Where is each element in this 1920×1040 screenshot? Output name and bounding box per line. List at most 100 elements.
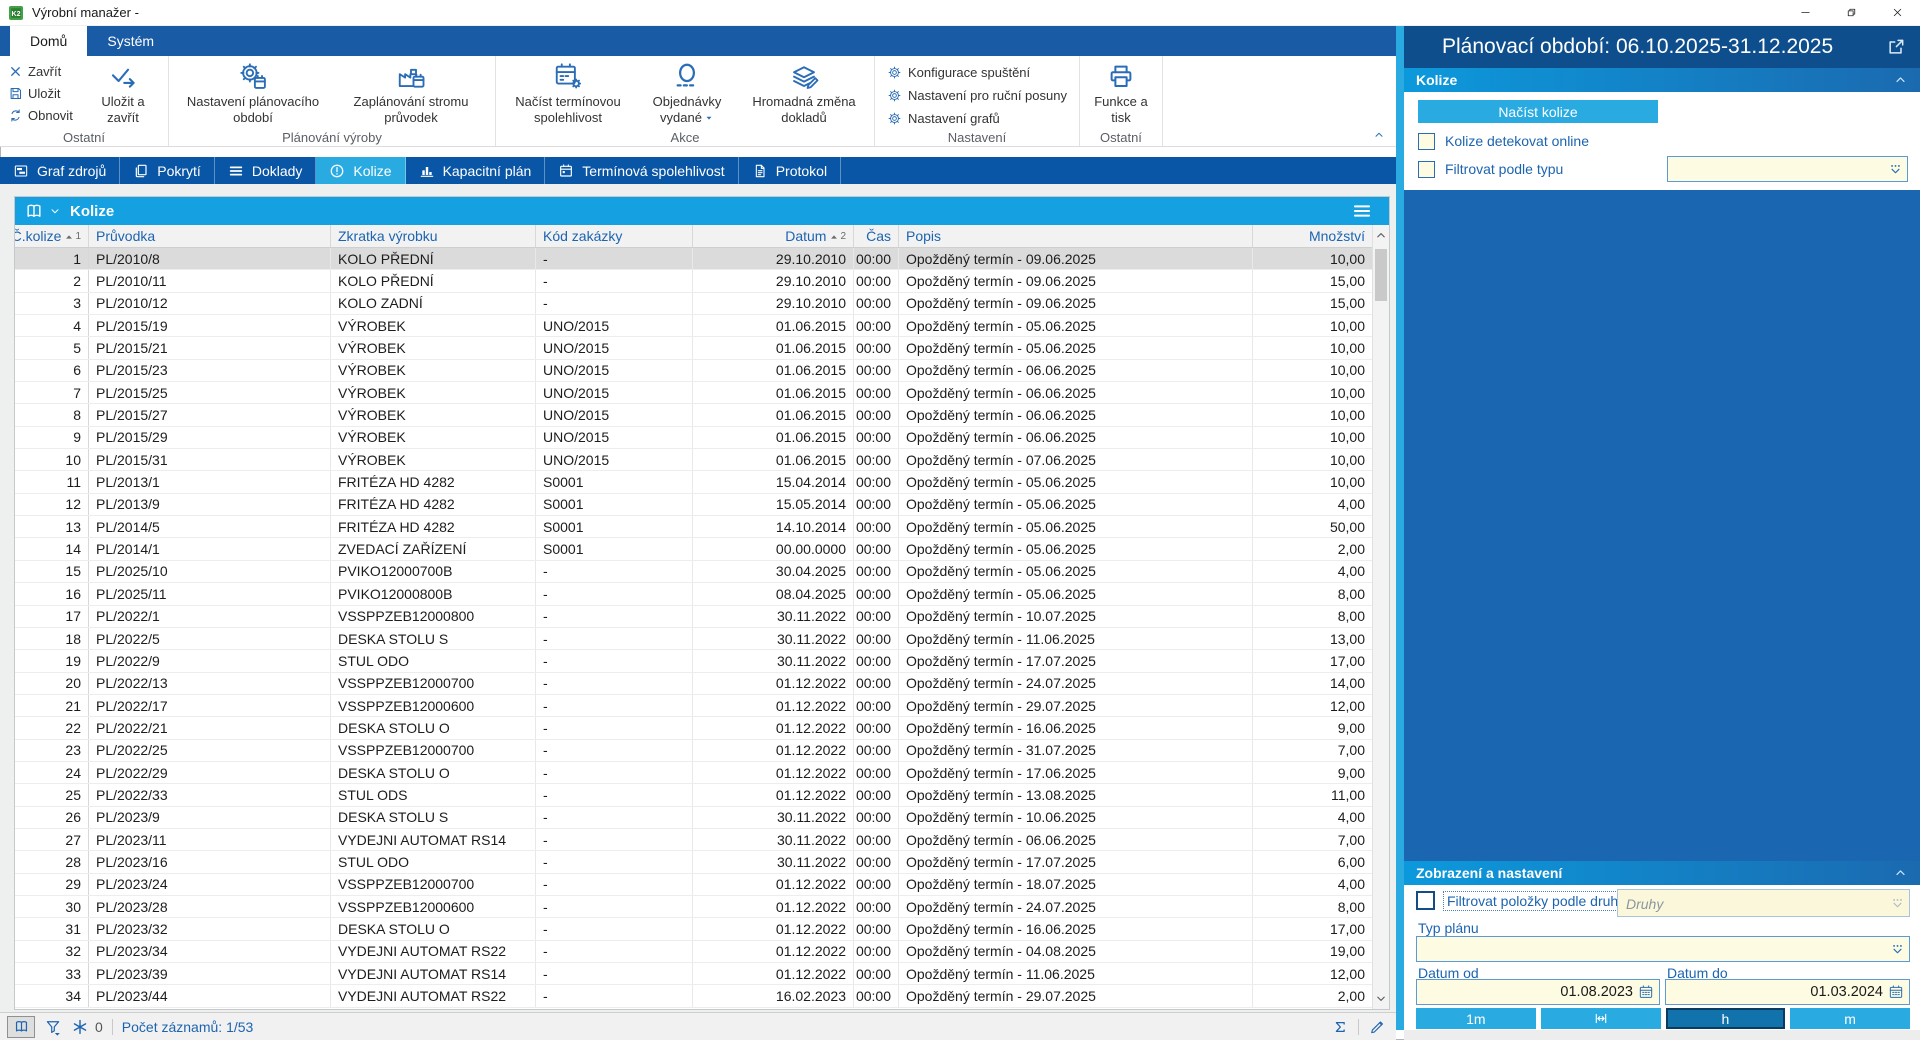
table-row[interactable]: 27 PL/2023/11 VYDEJNI AUTOMAT RS14-30.11.2… bbox=[15, 828, 1372, 852]
calendar-picker-icon[interactable] bbox=[1888, 984, 1904, 1000]
scrollbar-thumb[interactable] bbox=[1375, 249, 1387, 301]
asterisk-icon[interactable] bbox=[71, 1018, 89, 1036]
ribbon-button-ulozit-a-zavrit[interactable]: Uložit a zavřít bbox=[86, 58, 160, 127]
table-row[interactable]: 11 PL/2013/1 FRITÉZA HD 4282 S0001 15.04.201… bbox=[15, 471, 1372, 494]
table-row[interactable]: 12 PL/2013/9 FRITÉZA HD 4282 S0001 15.05.201… bbox=[15, 493, 1372, 517]
table-row[interactable]: 29 PL/2023/24 VSSPPZEB12000700-01.12.2022 0… bbox=[15, 873, 1372, 896]
ribbon-button-nastaveni-planovaciho-obdobi[interactable]: Nastavení plánovacího období bbox=[177, 58, 329, 127]
table-row[interactable]: 20 PL/2022/13 VSSPPZEB12000700-01.12.2022 0… bbox=[15, 672, 1372, 695]
sum-icon[interactable] bbox=[1331, 1018, 1349, 1036]
zoom-button-h[interactable]: h bbox=[1665, 1008, 1786, 1029]
ribbon-button-nacist-terminovou-spolehlivost[interactable]: Načíst termínovou spolehlivost bbox=[504, 58, 632, 127]
table-row[interactable]: 9 PL/2015/29 VÝROBEK UNO/2015 01.06.2015 00:0… bbox=[15, 426, 1372, 450]
table-row[interactable]: 33 PL/2023/39 VYDEJNI AUTOMAT RS14-01.12.2… bbox=[15, 963, 1372, 986]
filter-by-type-checkbox[interactable] bbox=[1418, 160, 1435, 178]
table-row[interactable]: 16 PL/2025/11 PVIKO12000800B -08.04.2025 00:… bbox=[15, 583, 1372, 606]
table-row[interactable]: 19 PL/2022/9 STUL ODO -30.11.2022 00:00 Opožd… bbox=[15, 650, 1372, 673]
panel-divider[interactable] bbox=[1396, 26, 1404, 1030]
filter-by-kind-checkbox[interactable] bbox=[1416, 891, 1435, 910]
zoom-button-m[interactable]: m bbox=[1790, 1008, 1910, 1029]
view-tab-protokol[interactable]: Protokol bbox=[739, 157, 842, 184]
table-row[interactable]: 28 PL/2023/16 STUL ODO -30.11.2022 00:00 Opož… bbox=[15, 851, 1372, 874]
column-header-mnozstvi[interactable]: Množství bbox=[1253, 225, 1372, 247]
table-row[interactable]: 1 PL/2010/8 KOLO PŘEDNÍ -29.10.2010 00:00 Opo… bbox=[15, 248, 1372, 271]
zoom-button-range[interactable] bbox=[1540, 1008, 1661, 1029]
ribbon-button-obnovit[interactable]: Obnovit bbox=[8, 107, 80, 124]
column-header-popis[interactable]: Popis bbox=[899, 225, 1253, 247]
ribbon-button-ulozit[interactable]: Uložit bbox=[8, 85, 80, 102]
typ-planu-combo[interactable] bbox=[1416, 936, 1910, 962]
collision-type-combo[interactable] bbox=[1667, 156, 1908, 182]
table-row[interactable]: 21 PL/2022/17 VSSPPZEB12000600-01.12.2022 0… bbox=[15, 694, 1372, 718]
table-row[interactable]: 4 PL/2015/19 VÝROBEK UNO/2015 01.06.2015 00:0… bbox=[15, 315, 1372, 338]
load-collisions-button[interactable]: Načíst kolize bbox=[1418, 100, 1658, 123]
ribbon-button-objednavky-vydane[interactable]: Objednávky vydané bbox=[638, 58, 736, 127]
column-header-c-kolize[interactable]: Č.kolize 1 bbox=[15, 225, 89, 247]
chevron-down-icon[interactable] bbox=[49, 205, 61, 217]
view-tab-terminova-spolehlivost[interactable]: Termínová spolehlivost bbox=[545, 157, 739, 184]
table-row[interactable]: 13 PL/2014/5 FRITÉZA HD 4282 S0001 14.10.201… bbox=[15, 516, 1372, 539]
column-header-datum[interactable]: Datum 2 bbox=[693, 225, 854, 247]
book-icon[interactable] bbox=[24, 201, 44, 221]
table-row[interactable]: 25 PL/2022/33 STUL ODS -01.12.2022 00:00 Opož… bbox=[15, 784, 1372, 807]
column-header-zkratka-vyrobku[interactable]: Zkratka výrobku bbox=[331, 225, 536, 247]
grid-menu-icon[interactable] bbox=[1351, 201, 1373, 221]
table-row[interactable]: 8 PL/2015/27 VÝROBEK UNO/2015 01.06.2015 00:0… bbox=[15, 404, 1372, 427]
druhy-combo[interactable]: Druhy bbox=[1617, 889, 1910, 917]
ribbon-button-zavrit[interactable]: Zavřít bbox=[8, 63, 80, 80]
table-row[interactable]: 23 PL/2022/25 VSSPPZEB12000700-01.12.2022 0… bbox=[15, 739, 1372, 762]
edit-pencil-icon[interactable] bbox=[1368, 1018, 1386, 1036]
table-row[interactable]: 14 PL/2014/1 ZVEDACÍ ZAŘÍZENÍ S0001 00.00.00… bbox=[15, 538, 1372, 561]
table-row[interactable]: 3 PL/2010/12 KOLO ZADNÍ -29.10.2010 00:00 Opo… bbox=[15, 292, 1372, 316]
view-tab-kolize[interactable]: Kolize bbox=[316, 157, 406, 184]
ribbon-tab-domu[interactable]: Domů bbox=[10, 26, 88, 56]
table-row[interactable]: 10 PL/2015/31 VÝROBEK UNO/2015 01.06.2015 00:… bbox=[15, 449, 1372, 472]
ribbon-collapse-icon[interactable] bbox=[1372, 129, 1386, 141]
table-row[interactable]: 34 PL/2023/44 VYDEJNI AUTOMAT RS22-16.02.2… bbox=[15, 985, 1372, 1008]
table-row[interactable]: 31 PL/2023/32 DESKA STOLU O -01.12.2022 00:0… bbox=[15, 918, 1372, 941]
scroll-up-icon[interactable] bbox=[1374, 229, 1388, 242]
grid-scrollbar[interactable] bbox=[1372, 225, 1389, 1009]
ribbon-button-konfigurace-spusteni[interactable]: Konfigurace spuštění bbox=[887, 65, 1067, 80]
online-detect-checkbox[interactable] bbox=[1418, 132, 1435, 150]
table-row[interactable]: 32 PL/2023/34 VYDEJNI AUTOMAT RS22-01.12.2… bbox=[15, 940, 1372, 963]
table-row[interactable]: 24 PL/2022/29 DESKA STOLU O -01.12.2022 00:0… bbox=[15, 761, 1372, 785]
zoom-button-1m[interactable]: 1m bbox=[1416, 1008, 1536, 1029]
ribbon-button-hromadna-zmena-dokladu[interactable]: Hromadná změna dokladů bbox=[742, 58, 866, 127]
close-button[interactable] bbox=[1874, 0, 1920, 25]
datum-od-input[interactable]: 01.08.2023 bbox=[1416, 979, 1660, 1005]
scroll-down-icon[interactable] bbox=[1374, 992, 1388, 1005]
view-tab-graf-zdroju[interactable]: Graf zdrojů bbox=[0, 157, 121, 184]
table-row[interactable]: 18 PL/2022/5 DESKA STOLU S -30.11.2022 00:00… bbox=[15, 627, 1372, 651]
zobrazeni-section-header[interactable]: Zobrazení a nastavení bbox=[1404, 861, 1920, 885]
view-mode-button[interactable] bbox=[7, 1015, 35, 1038]
calendar-picker-icon[interactable] bbox=[1638, 984, 1654, 1000]
column-header-pruvodka[interactable]: Průvodka bbox=[89, 225, 331, 247]
table-row[interactable]: 17 PL/2022/1 VSSPPZEB12000800-30.11.2022 00… bbox=[15, 605, 1372, 628]
table-row[interactable]: 30 PL/2023/28 VSSPPZEB12000600-01.12.2022 0… bbox=[15, 895, 1372, 919]
filter-icon[interactable] bbox=[44, 1018, 62, 1036]
external-link-icon[interactable] bbox=[1886, 37, 1906, 57]
column-header-kod-zakazky[interactable]: Kód zakázky bbox=[536, 225, 693, 247]
table-row[interactable]: 22 PL/2022/21 DESKA STOLU O -01.12.2022 00:0… bbox=[15, 717, 1372, 740]
kolize-section-header[interactable]: Kolize bbox=[1404, 68, 1920, 92]
collapse-chevron-icon[interactable] bbox=[1893, 73, 1908, 87]
minimize-button[interactable] bbox=[1782, 0, 1828, 25]
table-row[interactable]: 5 PL/2015/21 VÝROBEK UNO/2015 01.06.2015 00:0… bbox=[15, 337, 1372, 360]
table-row[interactable]: 15 PL/2025/10 PVIKO12000700B -30.04.2025 00:… bbox=[15, 560, 1372, 584]
ribbon-button-nastaveni-grafu[interactable]: Nastavení grafů bbox=[887, 111, 1067, 126]
ribbon-button-funkce-a-tisk[interactable]: Funkce a tisk bbox=[1088, 58, 1154, 127]
ribbon-tab-system[interactable]: Systém bbox=[87, 26, 174, 56]
table-row[interactable]: 7 PL/2015/25 VÝROBEK UNO/2015 01.06.2015 00:0… bbox=[15, 382, 1372, 405]
table-row[interactable]: 26 PL/2023/9 DESKA STOLU S -30.11.2022 00:00… bbox=[15, 806, 1372, 829]
table-row[interactable]: 2 PL/2010/11 KOLO PŘEDNÍ -29.10.2010 00:00 Op… bbox=[15, 270, 1372, 293]
view-tab-pokryti[interactable]: Pokrytí bbox=[120, 157, 215, 184]
ribbon-button-zaplanovani-stromu-pruvodek[interactable]: Zaplánování stromu průvodek bbox=[335, 58, 487, 127]
datum-do-input[interactable]: 01.03.2024 bbox=[1665, 979, 1910, 1005]
ribbon-button-nastaveni-pro-rucni-posuny[interactable]: Nastavení pro ruční posuny bbox=[887, 88, 1067, 103]
view-tab-doklady[interactable]: Doklady bbox=[215, 157, 317, 184]
collapse-chevron-icon[interactable] bbox=[1893, 866, 1908, 880]
table-row[interactable]: 6 PL/2015/23 VÝROBEK UNO/2015 01.06.2015 00:0… bbox=[15, 359, 1372, 383]
view-tab-kapacitni-plan[interactable]: Kapacitní plán bbox=[406, 157, 546, 184]
column-header-cas[interactable]: Čas bbox=[854, 225, 899, 247]
